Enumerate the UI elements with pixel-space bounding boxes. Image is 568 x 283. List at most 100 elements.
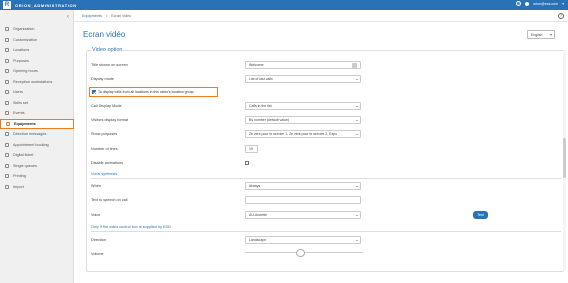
app-brand: ORION_ADMINISTRATION bbox=[15, 2, 77, 8]
collapse-sidebar-icon[interactable]: ‹ bbox=[67, 14, 69, 20]
desk-icon bbox=[5, 79, 9, 84]
show-purposes-label: Show purposes bbox=[91, 132, 118, 136]
sidebar-item-digital-ticket[interactable]: Digital ticket bbox=[0, 150, 74, 161]
brush-icon bbox=[5, 37, 9, 42]
sidebar-item-label: Reception workstations bbox=[13, 79, 53, 84]
building-icon bbox=[5, 27, 9, 32]
disable-animations-label: Disable animations bbox=[91, 161, 124, 165]
disable-animations-row: Disable animations bbox=[91, 159, 561, 167]
title-input[interactable]: Welcome bbox=[245, 61, 361, 69]
visitors-format-label: Visitors display format bbox=[91, 118, 129, 122]
user-icon bbox=[5, 90, 9, 95]
esd-section-title: Only if the video control box is supplie… bbox=[91, 225, 171, 229]
sidebar-item-label: Appointment booking bbox=[13, 142, 49, 147]
volume-slider-knob[interactable] bbox=[295, 248, 305, 257]
test-voice-button[interactable]: Test bbox=[473, 211, 488, 219]
direction-label: Direction bbox=[91, 238, 106, 242]
call-display-mode-select[interactable]: Calls in the list bbox=[245, 102, 361, 110]
page-help-icon[interactable]: ? bbox=[558, 13, 564, 19]
all-locations-checkbox-row[interactable]: To display calls from all locations in t… bbox=[89, 87, 218, 97]
sidebar-item-organization[interactable]: Organization bbox=[0, 24, 74, 35]
tts-input[interactable] bbox=[245, 196, 361, 204]
sidebar-item-appointment-booking[interactable]: Appointment booking bbox=[0, 140, 74, 151]
when-label: When bbox=[91, 184, 101, 188]
number-of-lines-input[interactable]: 15 bbox=[245, 145, 258, 153]
sidebar-item-reception-workstations[interactable]: Reception workstations bbox=[0, 77, 74, 88]
top-bar: R ORION_ADMINISTRATION ? orion@ess.com ▾ bbox=[0, 0, 568, 10]
sidebar-item-label: Opening hours bbox=[13, 69, 38, 74]
section-title: Video option bbox=[91, 47, 124, 53]
title-row: Title shown on screen Welcome bbox=[91, 61, 561, 69]
when-row: When Always bbox=[91, 182, 561, 190]
page-title: Ecran vidéo bbox=[83, 30, 126, 39]
all-locations-label: To display calls from all locations in t… bbox=[98, 90, 194, 94]
sidebar-item-customization[interactable]: Customization bbox=[0, 35, 74, 46]
visitors-format-row: Visitors display format By number (defau… bbox=[91, 116, 561, 124]
pin-icon bbox=[5, 48, 9, 53]
sidebar-item-label: Locations bbox=[13, 48, 30, 53]
vocal-synthesis-title: Vocal synthesis bbox=[91, 172, 118, 176]
queue-icon bbox=[5, 163, 9, 168]
sidebar: ‹ Organization Customization Locations Purp… bbox=[0, 10, 74, 283]
chevron-down-icon[interactable]: ▾ bbox=[562, 2, 564, 6]
show-purposes-row: Show purposes 2e vers pour le service 1,… bbox=[91, 130, 561, 138]
sidebar-item-printing[interactable]: Printing bbox=[0, 171, 74, 182]
display-mode-row: Display mode List of last calls bbox=[91, 75, 561, 83]
message-icon bbox=[5, 132, 9, 137]
breadcrumb-separator: / bbox=[106, 13, 108, 18]
sidebar-item-events[interactable]: Events bbox=[0, 108, 74, 119]
scrollbar-thumb[interactable] bbox=[563, 138, 566, 178]
display-mode-select[interactable]: List of last calls bbox=[245, 75, 361, 83]
list-icon bbox=[5, 58, 9, 63]
sidebar-item-label: Users bbox=[13, 90, 23, 95]
sidebar-item-direction-messages[interactable]: Direction messages bbox=[0, 129, 74, 140]
top-right-tools: ? orion@ess.com ▾ bbox=[516, 1, 564, 6]
sidebar-item-purposes[interactable]: Purposes bbox=[0, 56, 74, 67]
disable-animations-checkbox[interactable] bbox=[245, 161, 249, 165]
ticket-icon bbox=[5, 153, 9, 158]
sidebar-item-equipments[interactable]: Equipments bbox=[0, 118, 74, 129]
visitors-format-select[interactable]: By number (default value) bbox=[245, 116, 361, 124]
sidebar-item-label: Organization bbox=[13, 27, 35, 32]
all-locations-checkbox[interactable] bbox=[92, 90, 96, 94]
equipment-icon bbox=[6, 121, 10, 126]
sidebar-item-opening-hours[interactable]: Opening hours bbox=[0, 66, 74, 77]
app-logo: R bbox=[3, 1, 11, 9]
sidebar-item-label: Digital ticket bbox=[13, 153, 34, 158]
sidebar-item-skills-set[interactable]: Skills set bbox=[0, 98, 74, 109]
sidebar-item-label: Skills set bbox=[13, 100, 28, 105]
calendar-icon bbox=[5, 111, 9, 116]
sidebar-item-label: Printing bbox=[13, 174, 26, 179]
tts-label: Text to speech on call bbox=[91, 198, 128, 202]
direction-row: Direction Landscape bbox=[91, 236, 561, 244]
voice-label: Voice bbox=[91, 213, 101, 217]
sidebar-item-label: Customization bbox=[13, 37, 38, 42]
show-purposes-select[interactable]: 2e vers pour le service 1, 2e vers pour … bbox=[245, 130, 361, 138]
when-select[interactable]: Always bbox=[245, 182, 361, 190]
esd-section-divider bbox=[91, 231, 561, 232]
skills-icon bbox=[5, 100, 9, 105]
booking-icon bbox=[5, 142, 9, 147]
sidebar-item-single-queues[interactable]: Single queues bbox=[0, 161, 74, 172]
sidebar-item-locations[interactable]: Locations bbox=[0, 45, 74, 56]
breadcrumb: Equipments / Ecran vidéo bbox=[74, 10, 568, 22]
title-label: Title shown on screen bbox=[91, 63, 128, 67]
tts-row: Text to speech on call bbox=[91, 196, 561, 204]
sidebar-item-import[interactable]: Import bbox=[0, 182, 74, 193]
user-icon[interactable] bbox=[525, 1, 530, 6]
clock-icon bbox=[5, 69, 9, 74]
direction-select[interactable]: Landscape bbox=[245, 236, 361, 244]
sidebar-item-label: Purposes bbox=[13, 58, 30, 63]
printer-icon bbox=[5, 174, 9, 179]
keyboard-icon[interactable] bbox=[352, 63, 357, 68]
user-email[interactable]: orion@ess.com bbox=[533, 2, 558, 6]
language-select[interactable]: English bbox=[527, 30, 555, 39]
import-icon bbox=[5, 184, 9, 189]
help-icon[interactable]: ? bbox=[516, 1, 522, 6]
call-display-mode-label: Call Display Mode bbox=[91, 104, 122, 108]
breadcrumb-current: Ecran vidéo bbox=[111, 13, 132, 18]
breadcrumb-equipments[interactable]: Equipments bbox=[82, 14, 102, 18]
title-input-value: Welcome bbox=[249, 63, 264, 68]
voice-select[interactable]: AU-Annette bbox=[245, 211, 361, 219]
sidebar-item-users[interactable]: Users bbox=[0, 87, 74, 98]
